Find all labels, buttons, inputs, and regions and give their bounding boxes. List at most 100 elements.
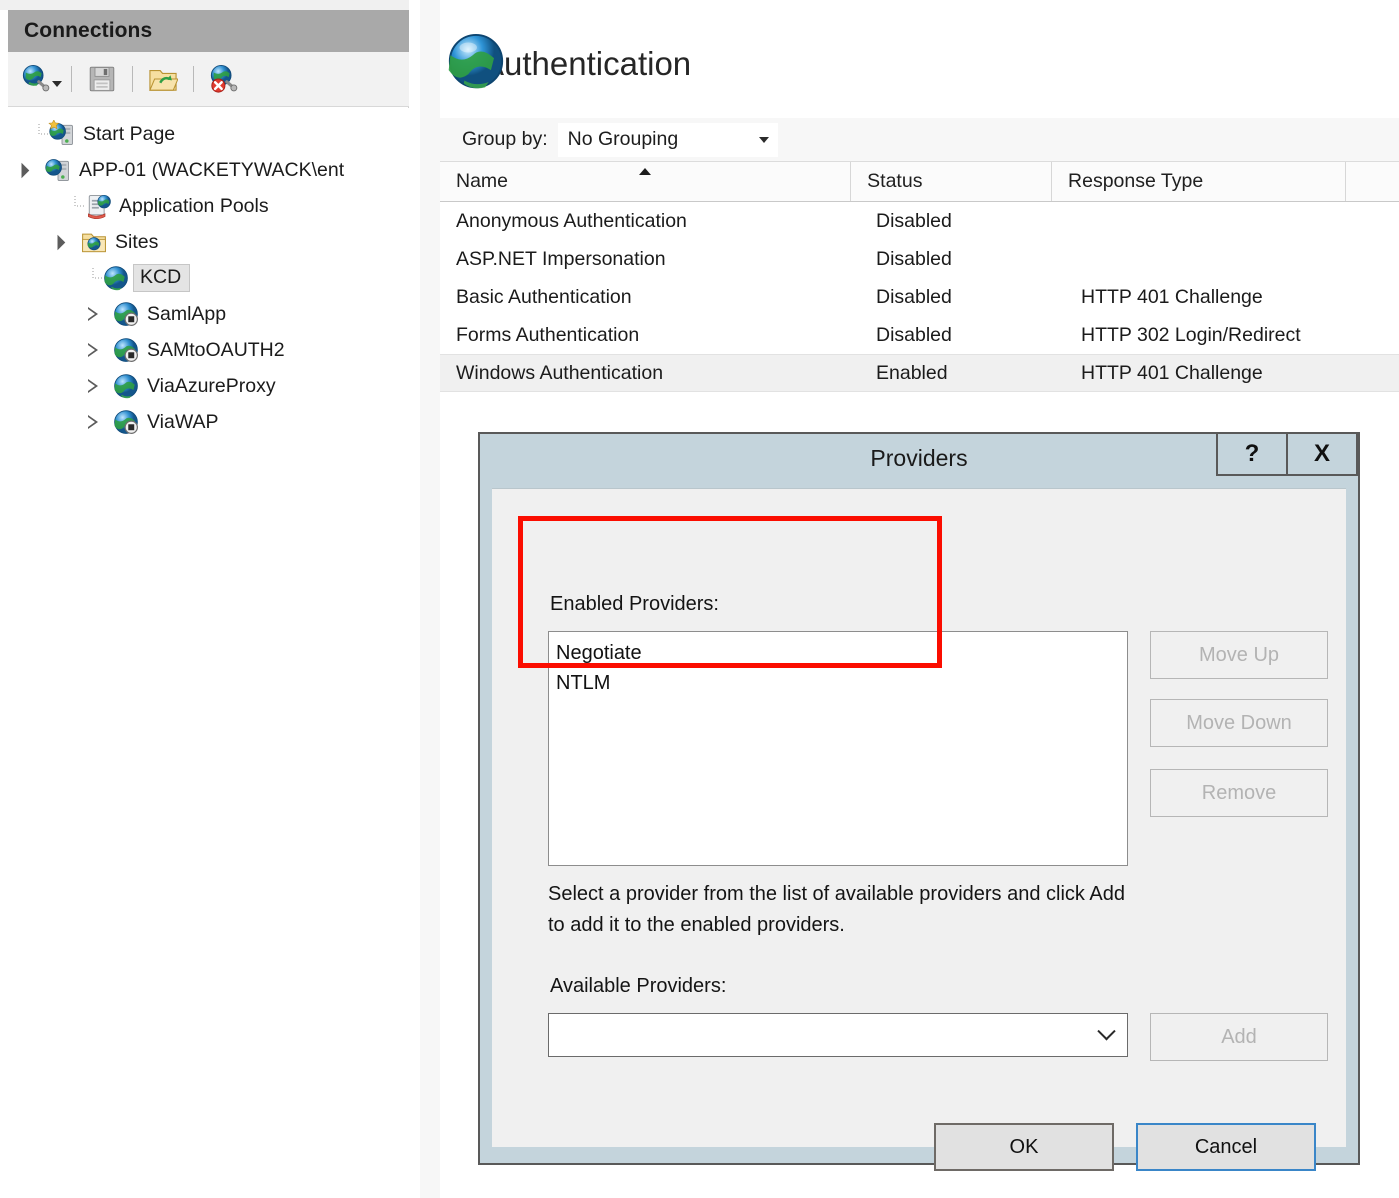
available-providers-combobox[interactable] <box>548 1013 1128 1057</box>
connections-header: Connections <box>8 10 409 52</box>
available-providers-label: Available Providers: <box>550 975 727 997</box>
cell-response-type: HTTP 401 Challenge <box>1081 285 1263 308</box>
group-by-select[interactable]: No Grouping <box>557 122 778 157</box>
server-icon <box>45 159 69 181</box>
column-header-extra[interactable] <box>1345 162 1399 201</box>
connect-icon <box>22 64 49 92</box>
move-up-button[interactable]: Move Up <box>1150 631 1328 679</box>
tree-item-app-01[interactable]: APP-01 (WACKETYWACK\ent <box>8 152 409 188</box>
column-header-name[interactable]: Name <box>440 162 852 201</box>
sidebar-top-strip <box>0 0 409 10</box>
twisty-placeholder <box>66 196 84 215</box>
site-stopped-icon <box>114 302 138 326</box>
dotted-connector-icon <box>92 268 102 279</box>
cell-status: Disabled <box>876 285 952 308</box>
dialog-caption-buttons: ? X <box>1216 432 1358 476</box>
connect-dropdown-caret[interactable] <box>51 80 62 87</box>
table-row[interactable]: Anonymous Authentication Disabled <box>440 202 1399 240</box>
twisty-placeholder <box>30 124 48 143</box>
twisty-collapsed[interactable] <box>84 377 102 395</box>
twisty-collapsed[interactable] <box>84 341 102 359</box>
tree-item-samtooauth2[interactable]: SAMtoOAUTH2 <box>8 332 409 368</box>
remove-button[interactable]: Remove <box>1150 769 1328 817</box>
tree-item-label: APP-01 (WACKETYWACK\ent <box>79 158 345 181</box>
column-header-status[interactable]: Status <box>851 162 1053 201</box>
dialog-title: Providers <box>870 444 968 471</box>
site-icon <box>104 266 128 291</box>
tree-item-viaazureproxy[interactable]: ViaAzureProxy <box>8 368 409 404</box>
chevron-down-icon <box>758 136 769 143</box>
twisty-collapsed[interactable] <box>84 413 102 431</box>
table-row[interactable]: Basic Authentication Disabled HTTP 401 C… <box>440 278 1399 316</box>
tree-item-samlapp[interactable]: SamlApp <box>8 296 409 332</box>
table-row[interactable]: ASP.NET Impersonation Disabled <box>440 240 1399 278</box>
tree-item-kcd[interactable]: KCD <box>8 260 409 296</box>
tree-item-label: SAMtoOAUTH2 <box>147 338 285 361</box>
column-header-response-type[interactable]: Response Type <box>1052 162 1346 201</box>
connections-title: Connections <box>24 19 153 42</box>
table-row[interactable]: Forms Authentication Disabled HTTP 302 L… <box>440 316 1399 354</box>
page-title: Authentication <box>482 45 692 82</box>
twisty-expanded[interactable] <box>48 233 66 251</box>
app-pools-icon <box>88 194 111 220</box>
start-page-icon <box>48 120 73 145</box>
ok-button[interactable]: OK <box>934 1123 1114 1171</box>
dialog-body: Enabled Providers: Negotiate NTLM Move U… <box>492 488 1346 1171</box>
add-button[interactable]: Add <box>1150 1013 1328 1061</box>
group-by-value: No Grouping <box>567 128 679 150</box>
twisty-placeholder <box>84 268 102 287</box>
cell-response-type: HTTP 302 Login/Redirect <box>1081 323 1301 346</box>
save-connections-icon <box>89 66 115 92</box>
connections-toolbar <box>8 52 409 107</box>
close-button[interactable]: X <box>1286 432 1358 476</box>
tree-item-application-pools[interactable]: Application Pools <box>8 188 409 224</box>
list-item[interactable]: NTLM <box>554 668 1127 698</box>
connections-sidebar: Connections Start Page APP-01 (WACKETYWA… <box>0 0 409 1198</box>
table-row[interactable]: Windows Authentication Enabled HTTP 401 … <box>440 354 1399 392</box>
help-text-line-1: Select a provider from the list of avail… <box>548 883 1125 905</box>
open-site-icon <box>149 70 178 91</box>
twisty-collapsed[interactable] <box>84 305 102 323</box>
cell-name: Anonymous Authentication <box>456 209 687 232</box>
cell-status: Disabled <box>876 323 952 346</box>
toolbar-separator <box>132 66 133 92</box>
list-header-row: Name Status Response Type <box>440 162 1399 202</box>
dialog-title-bar: Providers ? X <box>480 432 1358 482</box>
site-icon <box>114 374 138 399</box>
iis-manager-window: Connections Start Page APP-01 (WACKETYWA… <box>0 0 1399 1198</box>
twisty-expanded[interactable] <box>12 161 30 179</box>
cell-status: Disabled <box>876 209 952 232</box>
connections-tree[interactable]: Start Page APP-01 (WACKETYWACK\ent Appli… <box>8 108 409 1198</box>
tree-item-viawap[interactable]: ViaWAP <box>8 404 409 440</box>
tree-item-label: Application Pools <box>119 194 269 217</box>
toolbar-separator <box>193 66 194 92</box>
move-down-button[interactable]: Move Down <box>1150 699 1328 747</box>
help-text-line-2: to add it to the enabled providers. <box>548 914 845 936</box>
cell-name: Windows Authentication <box>456 361 664 384</box>
group-by-bar: Group by: No Grouping <box>440 118 1399 162</box>
cancel-button[interactable]: Cancel <box>1136 1123 1316 1171</box>
save-connections-button[interactable] <box>81 58 123 100</box>
connect-button[interactable] <box>20 58 62 100</box>
help-button[interactable]: ? <box>1216 432 1288 476</box>
dotted-connector-icon <box>38 124 48 135</box>
column-label: Name <box>456 170 509 192</box>
authentication-list: Name Status Response Type Anonymous Auth… <box>440 162 1399 392</box>
toolbar-separator <box>71 66 72 92</box>
dotted-connector-icon <box>74 196 84 207</box>
sort-ascending-icon <box>639 168 652 175</box>
column-label: Status <box>867 170 923 192</box>
enabled-providers-label: Enabled Providers: <box>550 593 719 615</box>
tree-item-label: KCD <box>133 264 191 292</box>
tree-item-label: ViaAzureProxy <box>147 374 276 397</box>
enabled-providers-listbox[interactable]: Negotiate NTLM <box>548 631 1128 866</box>
open-site-button[interactable] <box>142 58 184 100</box>
disconnect-button[interactable] <box>203 58 245 100</box>
tree-item-sites[interactable]: Sites <box>8 224 409 260</box>
cell-response-type: HTTP 401 Challenge <box>1081 361 1263 384</box>
list-item[interactable]: Negotiate <box>554 638 1127 668</box>
sites-folder-icon <box>82 233 106 253</box>
tree-item-label: Sites <box>115 230 159 253</box>
cell-name: ASP.NET Impersonation <box>456 247 666 270</box>
tree-item-start-page[interactable]: Start Page <box>8 116 409 152</box>
